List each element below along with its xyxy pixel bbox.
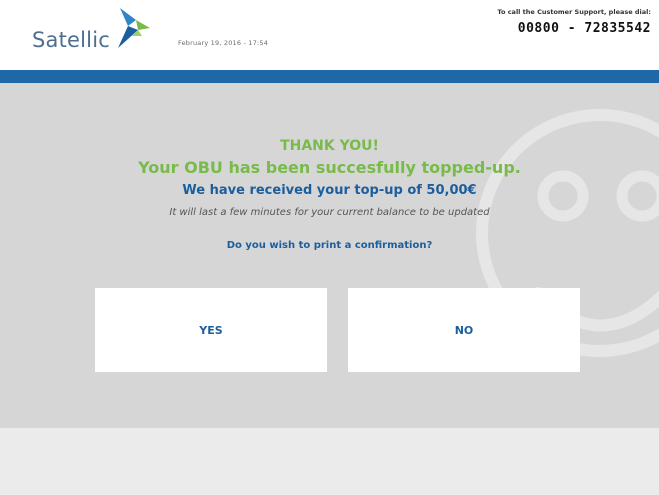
top-accent-bar: [0, 70, 659, 83]
no-button[interactable]: NO: [348, 288, 580, 372]
yes-button-label: YES: [199, 323, 223, 337]
yes-button[interactable]: YES: [95, 288, 327, 372]
thank-you-heading: THANK YOU!: [280, 138, 379, 154]
footer: [0, 428, 659, 495]
support-info: To call the Customer Support, please dia…: [497, 8, 651, 36]
satellic-logo-icon: [118, 8, 150, 48]
brand-name: Satellic: [32, 28, 111, 52]
topped-up-message: Your OBU has been succesfully topped-up.: [138, 158, 521, 177]
no-button-label: NO: [454, 323, 474, 337]
print-confirmation-question: Do you wish to print a confirmation?: [226, 240, 433, 251]
support-number: 00800 - 72835542: [517, 21, 651, 36]
balance-update-info: It will last a few minutes for your curr…: [169, 207, 490, 218]
received-amount-message: We have received your top-up of 50,00€: [182, 183, 477, 198]
header: Satellic February 19, 2016 - 17:54 To ca…: [0, 0, 659, 70]
main-panel: THANK YOU! Your OBU has been succesfully…: [0, 83, 659, 428]
support-label: To call the Customer Support, please dia…: [497, 8, 651, 16]
datetime: February 19, 2016 - 17:54: [178, 39, 269, 47]
